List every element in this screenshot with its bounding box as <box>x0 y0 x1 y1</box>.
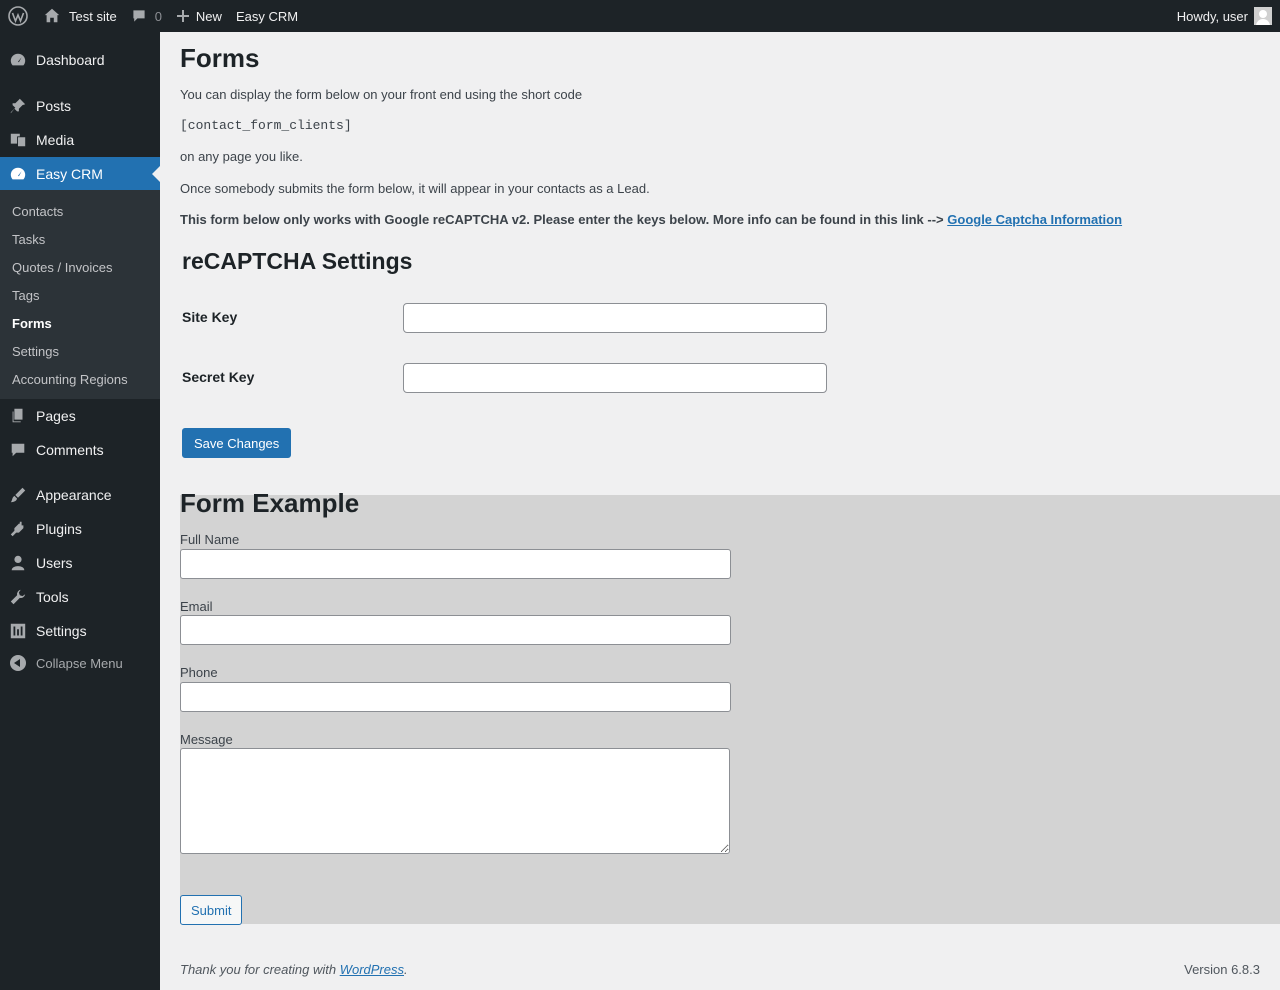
comments-count: 0 <box>154 8 162 24</box>
home-icon <box>44 8 60 23</box>
menu-settings-label: Settings <box>36 623 87 639</box>
dashboard-gauge-icon <box>0 51 36 69</box>
easy-crm-adminbar-label: Easy CRM <box>235 8 299 24</box>
site-name-link[interactable]: Test site <box>36 0 124 32</box>
menu-comments-label: Comments <box>36 442 104 458</box>
collapse-menu-label: Collapse Menu <box>36 655 123 671</box>
submit-button[interactable]: Submit <box>180 895 243 925</box>
phone-input[interactable] <box>180 682 731 712</box>
footer-thanks-prefix: Thank you for creating with <box>180 962 340 977</box>
recaptcha-settings-heading: reCAPTCHA Settings <box>182 248 413 274</box>
page-title: Forms <box>180 43 260 73</box>
submenu-tags[interactable]: Tags <box>0 282 160 310</box>
wordpress-logo-icon[interactable] <box>0 0 36 32</box>
google-captcha-link[interactable]: Google Captcha Information <box>947 212 1122 227</box>
menu-plugins-label: Plugins <box>36 521 82 537</box>
full-name-label: Full Name <box>180 532 240 547</box>
submenu-accounting-regions[interactable]: Accounting Regions <box>0 366 160 394</box>
submenu-forms[interactable]: Forms <box>0 310 160 338</box>
captcha-note-text: This form below only works with Google r… <box>180 212 944 227</box>
footer-thanks-suffix: . <box>404 962 408 977</box>
user-icon <box>0 554 36 572</box>
easy-crm-submenu: Contacts Tasks Quotes / Invoices Tags Fo… <box>0 190 160 399</box>
menu-settings[interactable]: Settings <box>0 614 160 648</box>
form-example-title: Form Example <box>180 488 360 518</box>
menu-tools[interactable]: Tools <box>0 580 160 614</box>
site-name-label: Test site <box>69 8 117 24</box>
phone-label: Phone <box>180 665 218 680</box>
captcha-note: This form below only works with Google r… <box>180 212 1122 227</box>
menu-comments[interactable]: Comments <box>0 433 160 467</box>
new-label: New <box>195 8 222 24</box>
comments-icon <box>0 441 36 459</box>
pages-icon <box>0 407 36 425</box>
footer-thanks: Thank you for creating with WordPress. <box>180 962 408 977</box>
comments-link[interactable]: 0 <box>124 0 169 32</box>
menu-posts[interactable]: Posts <box>0 89 160 123</box>
collapse-menu-button[interactable]: Collapse Menu <box>0 646 160 680</box>
message-textarea[interactable] <box>180 748 730 854</box>
menu-media-label: Media <box>36 132 75 148</box>
footer-version: Version 6.8.3 <box>1184 962 1260 977</box>
menu-media[interactable]: Media <box>0 123 160 157</box>
avatar <box>1254 7 1272 25</box>
media-camera-icon <box>0 131 36 149</box>
lead-note-text: Once somebody submits the form below, it… <box>180 181 650 196</box>
plus-icon <box>176 10 189 22</box>
save-changes-button[interactable]: Save Changes <box>182 428 292 458</box>
comment-bubble-icon <box>133 10 145 22</box>
menu-easy-crm[interactable]: Easy CRM <box>0 157 160 191</box>
menu-pages-label: Pages <box>36 408 76 424</box>
admin-bar: Test site 0 New Easy CRM Howdy, user <box>0 0 1280 32</box>
site-key-label: Site Key <box>182 309 238 325</box>
shortcode-text: [contact_form_clients] <box>180 118 352 133</box>
collapse-arrow-icon <box>0 655 36 671</box>
pushpin-icon <box>0 97 36 115</box>
menu-users[interactable]: Users <box>0 546 160 580</box>
submenu-quotes-invoices[interactable]: Quotes / Invoices <box>0 254 160 282</box>
new-content-link[interactable]: New <box>169 0 229 32</box>
menu-dashboard-label: Dashboard <box>36 52 105 68</box>
email-label: Email <box>180 599 213 614</box>
easy-crm-adminbar-link[interactable]: Easy CRM <box>229 0 305 32</box>
submenu-contacts[interactable]: Contacts <box>0 198 160 226</box>
menu-appearance-label: Appearance <box>36 487 112 503</box>
menu-pages[interactable]: Pages <box>0 399 160 433</box>
menu-posts-label: Posts <box>36 98 72 114</box>
site-key-input[interactable] <box>403 303 827 333</box>
menu-plugins[interactable]: Plugins <box>0 512 160 546</box>
easy-crm-gauge-icon <box>0 165 36 183</box>
email-input[interactable] <box>180 615 731 645</box>
menu-dashboard[interactable]: Dashboard <box>0 43 160 77</box>
submenu-settings[interactable]: Settings <box>0 338 160 366</box>
plug-icon <box>0 520 36 538</box>
settings-sliders-icon <box>0 622 36 640</box>
paintbrush-icon <box>0 486 36 504</box>
message-label: Message <box>180 732 233 747</box>
secret-key-input[interactable] <box>403 363 827 393</box>
menu-appearance[interactable]: Appearance <box>0 478 160 512</box>
menu-easy-crm-label: Easy CRM <box>36 166 103 182</box>
submenu-tasks[interactable]: Tasks <box>0 226 160 254</box>
secret-key-label: Secret Key <box>182 369 255 385</box>
menu-tools-label: Tools <box>36 589 69 605</box>
my-account-menu[interactable]: Howdy, user <box>1170 0 1280 32</box>
intro-text: You can display the form below on your f… <box>180 87 583 102</box>
menu-users-label: Users <box>36 555 73 571</box>
any-page-text: on any page you like. <box>180 149 303 164</box>
admin-sidebar: Dashboard Posts Media Easy CRM Contacts … <box>0 32 160 990</box>
howdy-text: Howdy, user <box>1176 8 1248 24</box>
wrench-icon <box>0 588 36 606</box>
full-name-input[interactable] <box>180 549 731 579</box>
main-content: Forms You can display the form below on … <box>160 32 1280 990</box>
wordpress-link[interactable]: WordPress <box>340 962 404 977</box>
